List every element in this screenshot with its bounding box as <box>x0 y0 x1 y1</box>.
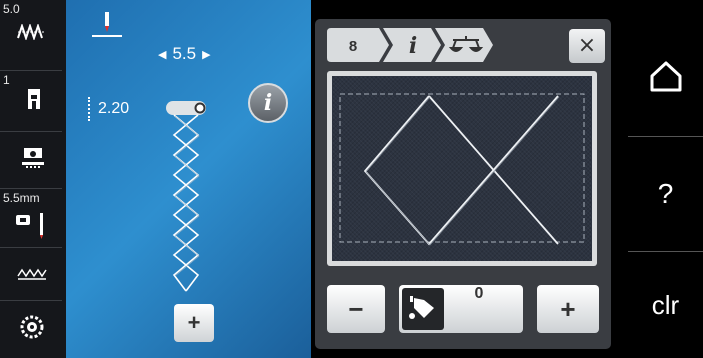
stitch-length-control[interactable]: 2.20 <box>88 97 129 121</box>
width-increase-arrow-icon[interactable]: ▶ <box>202 48 210 61</box>
stitch-width-control[interactable]: ◀ 5.5 ▶ <box>158 44 211 64</box>
sidebar-item-needle-plate[interactable]: 5.5mm <box>0 189 62 248</box>
needle-plate-icon <box>16 213 43 239</box>
clear-button[interactable]: clr <box>628 252 703 358</box>
sewing-machine-screen: 5.0 1 5.5mm ◀ 5.5 ▶ 2.20 i + 8 i × − 0 +… <box>0 0 703 358</box>
stitch-length-icon <box>88 97 92 121</box>
presser-foot-icon <box>28 89 40 109</box>
needle-position-icon[interactable] <box>90 10 124 44</box>
add-stitch-button[interactable]: + <box>174 304 214 342</box>
stitch-width-display: 5.5 <box>172 44 197 63</box>
breadcrumb: 8 i <box>327 28 493 62</box>
decrease-balance-button[interactable]: − <box>327 285 385 333</box>
zigzag-stitch-icon <box>17 24 44 40</box>
stitch-preview-drawing <box>339 93 585 246</box>
info-button[interactable]: i <box>248 83 288 123</box>
balance-adjust-icon <box>402 288 444 330</box>
stitch-pattern-preview <box>166 101 206 292</box>
straight-stitch-icon <box>17 268 47 280</box>
sidebar-item-stitch-width[interactable]: 5.0 <box>0 0 62 71</box>
balance-preview-frame <box>327 71 597 266</box>
balance-value: 0 <box>474 285 484 302</box>
sidebar-item-bobbin[interactable] <box>0 301 62 358</box>
sidebar-item-stitch-type[interactable] <box>0 248 62 301</box>
breadcrumb-stitch-number[interactable]: 8 <box>349 38 357 55</box>
stitch-width-value: 5.0 <box>3 2 20 16</box>
home-icon <box>650 61 681 92</box>
sidebar: 5.0 1 5.5mm <box>0 0 66 358</box>
balance-value-box: 0 <box>399 285 523 333</box>
balance-dialog: 8 i × − 0 + <box>315 19 611 349</box>
needle-size-value: 5.5mm <box>3 191 40 205</box>
home-button[interactable] <box>628 18 703 137</box>
feed-dog-icon <box>22 148 44 168</box>
help-button[interactable]: ? <box>628 137 703 252</box>
sidebar-item-presser-foot[interactable]: 1 <box>0 71 62 132</box>
stitch-panel: ◀ 5.5 ▶ 2.20 i + <box>66 0 311 358</box>
increase-balance-button[interactable]: + <box>537 285 599 333</box>
stitch-length-display: 2.20 <box>98 100 130 117</box>
close-button[interactable]: × <box>569 29 605 63</box>
right-bar: ? clr <box>628 0 703 358</box>
width-decrease-arrow-icon[interactable]: ◀ <box>158 48 166 61</box>
breadcrumb-info[interactable]: i <box>409 33 417 59</box>
presser-foot-value: 1 <box>3 73 10 87</box>
fabric-preview <box>332 76 592 261</box>
sidebar-item-feed-dog[interactable] <box>0 132 62 189</box>
bobbin-icon <box>20 315 44 339</box>
